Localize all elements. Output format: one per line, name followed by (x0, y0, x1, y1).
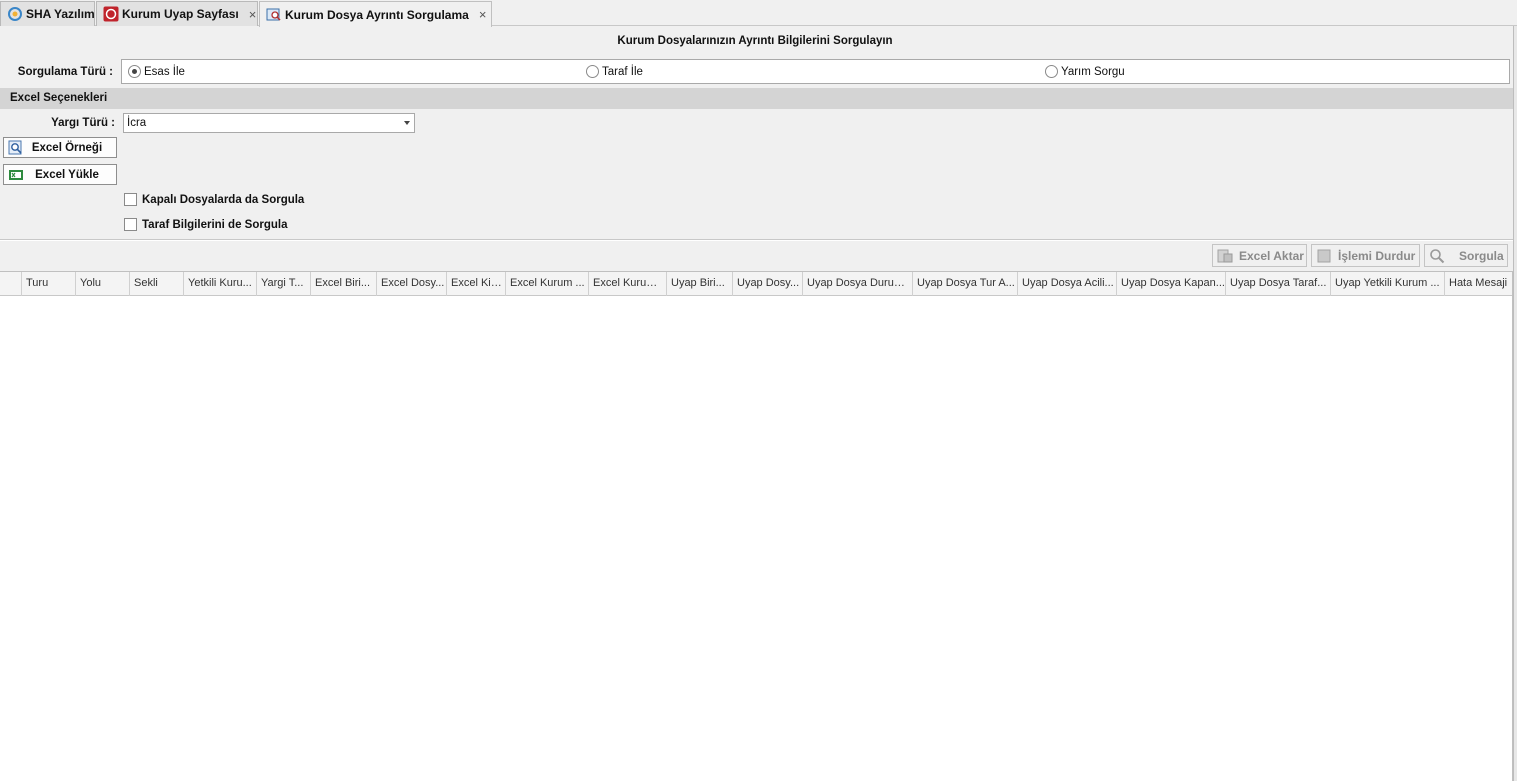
close-icon[interactable]: × (249, 7, 257, 22)
document-search-icon (266, 7, 282, 23)
search-icon (1429, 248, 1445, 264)
tab-kurum-uyap-sayfasi[interactable]: Kurum Uyap Sayfası × (96, 1, 258, 26)
radio-taraf-ile[interactable]: Taraf İle (586, 65, 643, 78)
query-type-label: Sorgulama Türü : (17, 66, 113, 78)
grid-column-uyap-dosya[interactable]: Uyap Dosy... (733, 272, 803, 296)
tab-sha-yazilim[interactable]: SHA Yazılım (0, 1, 95, 26)
magnifier-icon (8, 140, 24, 156)
excel-export-button[interactable]: Excel Aktar (1212, 244, 1307, 267)
checkbox[interactable] (124, 193, 137, 206)
checkbox-label: Kapalı Dosyalarda da Sorgula (142, 193, 305, 206)
export-icon (1217, 248, 1233, 264)
tab-bar: SHA Yazılım Kurum Uyap Sayfası × Kurum D… (0, 0, 1517, 27)
radio-label: Yarım Sorgu (1061, 65, 1125, 78)
grid-column-uyap-birim[interactable]: Uyap Biri... (667, 272, 733, 296)
stop-process-button[interactable]: İşlemi Durdur (1311, 244, 1420, 267)
judgment-type-label: Yargı Türü : (51, 117, 115, 129)
radio-button[interactable] (128, 65, 141, 78)
grid-column-uyap-dosya-acilis[interactable]: Uyap Dosya Acili... (1018, 272, 1117, 296)
page-title: Kurum Dosyalarınızın Ayrıntı Bilgilerini… (617, 35, 893, 47)
tab-label: Kurum Dosya Ayrıntı Sorgulama (285, 7, 469, 22)
grid-column-excel-kisi[interactable]: Excel Kis... (447, 272, 506, 296)
tab-label: SHA Yazılım (26, 7, 95, 21)
grid-column-excel-birim[interactable]: Excel Biri... (311, 272, 377, 296)
radio-button[interactable] (1045, 65, 1058, 78)
grid-column-uyap-yetkili-kurum[interactable]: Uyap Yetkili Kurum ... (1331, 272, 1445, 296)
sha-logo-icon (7, 6, 23, 22)
window-edge (1513, 26, 1517, 781)
excel-upload-button[interactable]: Excel Yükle (3, 164, 117, 185)
chevron-down-icon[interactable] (404, 121, 410, 125)
radio-button[interactable] (586, 65, 599, 78)
radio-esas-ile[interactable]: Esas İle (128, 65, 185, 78)
grid-column-yetkili-kurum[interactable]: Yetkili Kuru... (184, 272, 257, 296)
grid-column-uyap-dosya-tur[interactable]: Uyap Dosya Tur A... (913, 272, 1018, 296)
grid-column-excel-kurum-2[interactable]: Excel Kurum ... (589, 272, 667, 296)
query-button[interactable]: Sorgula (1424, 244, 1508, 267)
close-icon[interactable]: × (479, 7, 487, 22)
uyap-logo-icon (103, 6, 119, 22)
grid-column-yolu[interactable]: Yolu (76, 272, 130, 296)
grid-column-yargi-turu[interactable]: Yargi T... (257, 272, 311, 296)
grid-column-turu[interactable]: Turu (22, 272, 76, 296)
grid-column-sekli[interactable]: Sekli (130, 272, 184, 296)
grid-column-indicator[interactable] (0, 272, 22, 296)
checkbox-label: Taraf Bilgilerini de Sorgula (142, 218, 288, 231)
tab-kurum-dosya-ayrinti-sorgulama[interactable]: Kurum Dosya Ayrıntı Sorgulama × (259, 1, 492, 27)
results-grid[interactable]: Turu Yolu Sekli Yetkili Kuru... Yargi T.… (0, 271, 1513, 781)
judgment-type-value: İcra (127, 117, 147, 129)
grid-column-uyap-dosya-taraf[interactable]: Uyap Dosya Taraf... (1226, 272, 1331, 296)
radio-label: Esas İle (144, 65, 185, 78)
grid-column-uyap-dosya-kapanis[interactable]: Uyap Dosya Kapan... (1117, 272, 1226, 296)
grid-column-excel-dosya[interactable]: Excel Dosy... (377, 272, 447, 296)
checkbox[interactable] (124, 218, 137, 231)
check-closed-files[interactable]: Kapalı Dosyalarda da Sorgula (124, 193, 304, 206)
divider (0, 239, 1513, 241)
radio-label: Taraf İle (602, 65, 643, 78)
excel-sample-button[interactable]: Excel Örneği (3, 137, 117, 158)
grid-column-hata-mesaji[interactable]: Hata Mesaji (1445, 272, 1512, 296)
grid-column-excel-kurum-1[interactable]: Excel Kurum ... (506, 272, 589, 296)
grid-header: Turu Yolu Sekli Yetkili Kuru... Yargi T.… (0, 272, 1512, 296)
grid-column-uyap-dosya-durum[interactable]: Uyap Dosya Durum... (803, 272, 913, 296)
tab-label: Kurum Uyap Sayfası (122, 7, 239, 21)
excel-file-icon (8, 167, 24, 183)
query-type-radio-group: Esas İle Taraf İle Yarım Sorgu (121, 59, 1510, 84)
judgment-type-select[interactable]: İcra (123, 113, 415, 133)
radio-yarim-sorgu[interactable]: Yarım Sorgu (1045, 65, 1125, 78)
excel-options-header: Excel Seçenekleri (0, 88, 1513, 109)
stop-icon (1316, 248, 1332, 264)
check-party-info[interactable]: Taraf Bilgilerini de Sorgula (124, 218, 287, 231)
